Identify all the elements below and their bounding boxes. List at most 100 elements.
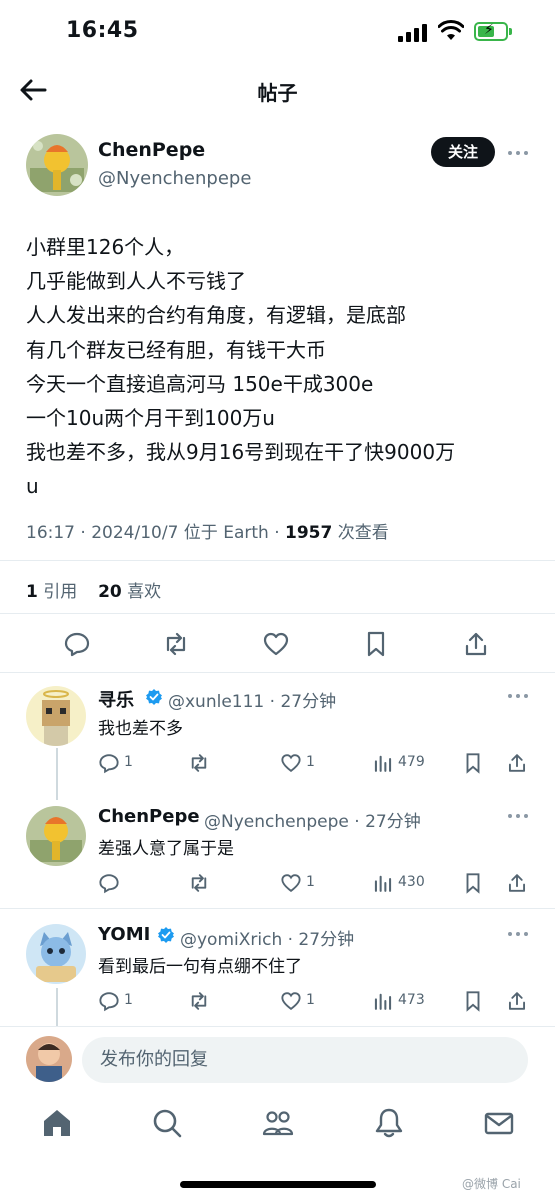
- quote-stat[interactable]: 1 引用: [26, 582, 77, 602]
- reply-count: 1: [124, 992, 133, 1008]
- reply-author-name[interactable]: ChenPepe: [98, 806, 200, 827]
- views-count: 479: [398, 754, 425, 770]
- post-line: 有几个群友已经有胆，有钱干大币: [26, 337, 326, 362]
- share-icon[interactable]: [506, 752, 528, 774]
- repost-icon[interactable]: [162, 630, 190, 658]
- reply-like-action[interactable]: 1: [280, 990, 340, 1014]
- reply-item[interactable]: YOMI @yomiXrich · 27分钟 看到最后一句有点绷不住了 1 1 …: [0, 918, 555, 1036]
- post-header: ChenPepe @Nyenchenpepe 关注: [0, 128, 555, 208]
- bookmark-icon[interactable]: [362, 630, 390, 658]
- reply-share-action[interactable]: [506, 872, 530, 896]
- like-count: 1: [306, 754, 315, 770]
- reply-bookmark-action[interactable]: [462, 990, 486, 1014]
- reply-bookmark-action[interactable]: [462, 752, 486, 776]
- repost-icon[interactable]: [188, 752, 210, 774]
- reply-text: 看到最后一句有点绷不住了: [98, 957, 302, 977]
- reply-author-name[interactable]: YOMI: [98, 924, 150, 945]
- reply-share-action[interactable]: [506, 990, 530, 1014]
- like-icon[interactable]: [280, 752, 302, 774]
- reply-icon[interactable]: [98, 990, 120, 1012]
- reply-item[interactable]: 寻乐 @xunle111 · 27分钟 我也差不多 1 1 479: [0, 680, 555, 798]
- messages-icon[interactable]: [482, 1106, 516, 1140]
- bookmark-icon[interactable]: [462, 752, 484, 774]
- follow-button[interactable]: 关注: [431, 137, 495, 167]
- author-avatar[interactable]: [26, 134, 88, 196]
- reply-item[interactable]: ChenPepe @Nyenchenpepe · 27分钟 差强人意了属于是 1…: [0, 800, 555, 918]
- post-time: 16:17: [26, 523, 75, 543]
- more-options-icon[interactable]: [508, 812, 532, 820]
- reply-icon[interactable]: [63, 630, 91, 658]
- like-count: 1: [306, 992, 315, 1008]
- battery-icon: ⚡: [474, 22, 508, 41]
- like-icon[interactable]: [262, 630, 290, 658]
- repost-icon[interactable]: [188, 990, 210, 1012]
- reply-reply-action[interactable]: 1: [98, 990, 158, 1014]
- reply-share-action[interactable]: [506, 752, 530, 776]
- reply-avatar[interactable]: [26, 806, 86, 866]
- reply-handle-time[interactable]: @xunle111 · 27分钟: [168, 687, 336, 712]
- like-icon[interactable]: [280, 872, 302, 894]
- reply-text: 差强人意了属于是: [98, 839, 234, 859]
- reply-icon[interactable]: [98, 872, 120, 894]
- post-meta: 16:17 · 2024/10/7 位于 Earth · 1957 次查看: [26, 523, 389, 543]
- post-location: 位于 Earth: [183, 523, 269, 543]
- share-icon[interactable]: [506, 872, 528, 894]
- communities-icon[interactable]: [261, 1106, 295, 1140]
- more-options-icon[interactable]: [508, 149, 532, 157]
- post-action-bar: [0, 622, 555, 666]
- post-line: 今天一个直接追高河马 150e干成300e: [26, 371, 374, 396]
- post-line: 小群里126个人，: [26, 235, 185, 259]
- like-stat[interactable]: 20 喜欢: [98, 582, 161, 602]
- home-indicator: [180, 1181, 376, 1188]
- reply-input[interactable]: 发布你的回复: [82, 1037, 528, 1083]
- author-name[interactable]: ChenPepe: [98, 139, 205, 161]
- views-count: 430: [398, 874, 425, 890]
- page-title: 帖子: [257, 81, 298, 105]
- share-icon[interactable]: [462, 630, 490, 658]
- cellular-signal-icon: [398, 24, 428, 42]
- bottom-tab-bar: [0, 1096, 555, 1156]
- status-bar: 16:45 ⚡: [0, 0, 555, 66]
- reply-reply-action[interactable]: [98, 872, 158, 896]
- reply-count: 1: [124, 754, 133, 770]
- views-icon[interactable]: [372, 752, 394, 774]
- divider: [0, 560, 555, 561]
- reply-views-action[interactable]: 430: [372, 872, 442, 896]
- reply-views-action[interactable]: 473: [372, 990, 442, 1014]
- nav-bar: 帖子: [0, 66, 555, 114]
- author-handle[interactable]: @Nyenchenpepe: [98, 168, 251, 189]
- bookmark-icon[interactable]: [462, 990, 484, 1012]
- share-icon[interactable]: [506, 990, 528, 1012]
- reply-avatar[interactable]: [26, 686, 86, 746]
- reply-handle-time[interactable]: @Nyenchenpepe · 27分钟: [204, 807, 421, 832]
- wifi-icon: [438, 20, 464, 40]
- views-icon[interactable]: [372, 990, 394, 1012]
- more-options-icon[interactable]: [508, 930, 532, 938]
- search-icon[interactable]: [150, 1106, 184, 1140]
- reply-bookmark-action[interactable]: [462, 872, 486, 896]
- reply-views-action[interactable]: 479: [372, 752, 442, 776]
- like-icon[interactable]: [280, 990, 302, 1012]
- divider: [0, 613, 555, 614]
- status-time: 16:45: [66, 18, 139, 43]
- like-count: 1: [306, 874, 315, 890]
- reply-author-name[interactable]: 寻乐: [98, 686, 134, 712]
- bookmark-icon[interactable]: [462, 872, 484, 894]
- reply-avatar[interactable]: [26, 924, 86, 984]
- reply-icon[interactable]: [98, 752, 120, 774]
- more-options-icon[interactable]: [508, 692, 532, 700]
- reply-handle-time[interactable]: @yomiXrich · 27分钟: [180, 925, 354, 950]
- repost-icon[interactable]: [188, 872, 210, 894]
- views-icon[interactable]: [372, 872, 394, 894]
- reply-repost-action[interactable]: [188, 990, 228, 1014]
- reply-repost-action[interactable]: [188, 872, 228, 896]
- home-icon[interactable]: [40, 1106, 74, 1140]
- reply-reply-action[interactable]: 1: [98, 752, 158, 776]
- post-stats: 1 引用 20 喜欢: [26, 577, 161, 602]
- reply-like-action[interactable]: 1: [280, 752, 340, 776]
- my-avatar[interactable]: [26, 1036, 72, 1082]
- notifications-icon[interactable]: [372, 1106, 406, 1140]
- verified-badge-icon: [146, 689, 162, 705]
- reply-repost-action[interactable]: [188, 752, 228, 776]
- reply-like-action[interactable]: 1: [280, 872, 340, 896]
